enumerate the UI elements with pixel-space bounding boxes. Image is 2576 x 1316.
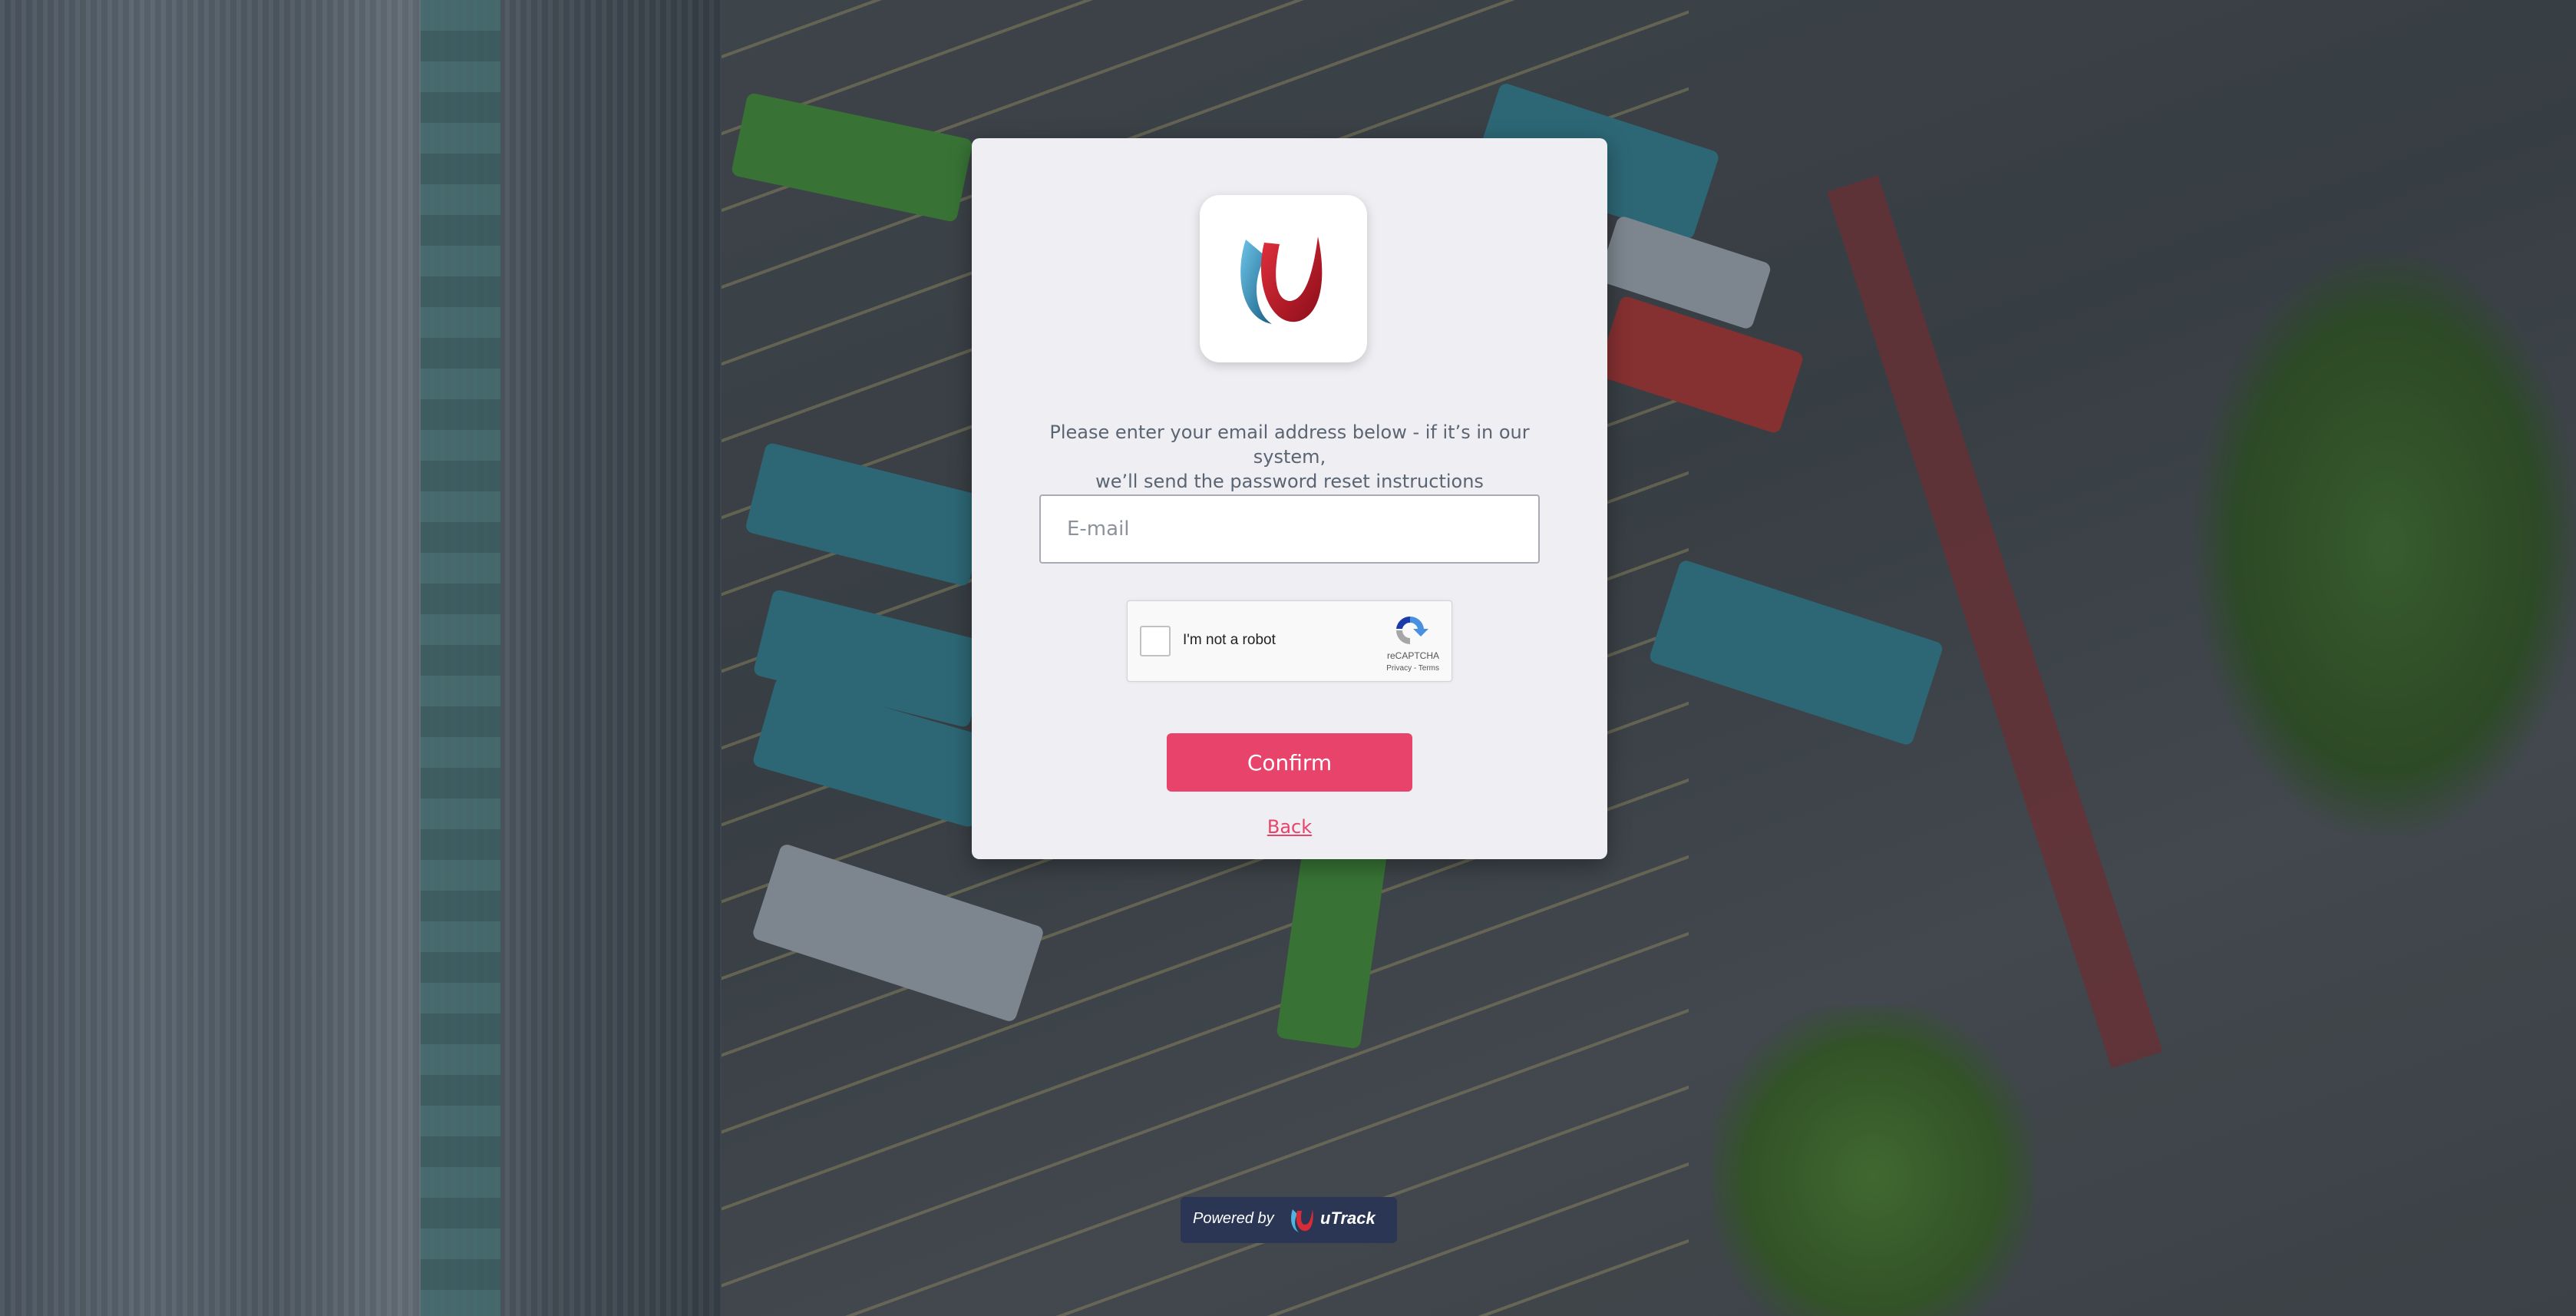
recaptcha-brand: reCAPTCHA — [1386, 650, 1439, 661]
confirm-button[interactable]: Confirm — [1167, 733, 1412, 792]
powered-by-text: Powered by — [1193, 1210, 1274, 1227]
instructions-line-1: Please enter your email address below - … — [1049, 422, 1530, 468]
instructions-text: Please enter your email address below - … — [1018, 420, 1561, 494]
utrack-logo-icon — [1240, 236, 1323, 324]
reset-password-card: Please enter your email address below - … — [972, 138, 1607, 859]
powered-by-brand: uTrack — [1320, 1209, 1376, 1228]
back-link[interactable]: Back — [972, 816, 1607, 838]
logo-container — [1200, 195, 1367, 362]
powered-by-badge[interactable]: Powered by uTrack — [1181, 1197, 1397, 1243]
recaptcha-links[interactable]: Privacy - Terms — [1386, 664, 1439, 673]
instructions-line-2: we’ll send the password reset instructio… — [1095, 471, 1484, 492]
recaptcha-checkbox[interactable] — [1140, 626, 1171, 656]
recaptcha-widget: I'm not a robot reCAPTCHA Privacy - Term… — [1127, 600, 1452, 682]
recaptcha-label: I'm not a robot — [1183, 632, 1276, 648]
recaptcha-icon — [1396, 616, 1428, 644]
utrack-small-logo-icon — [1291, 1209, 1313, 1232]
email-field[interactable] — [1039, 494, 1540, 564]
